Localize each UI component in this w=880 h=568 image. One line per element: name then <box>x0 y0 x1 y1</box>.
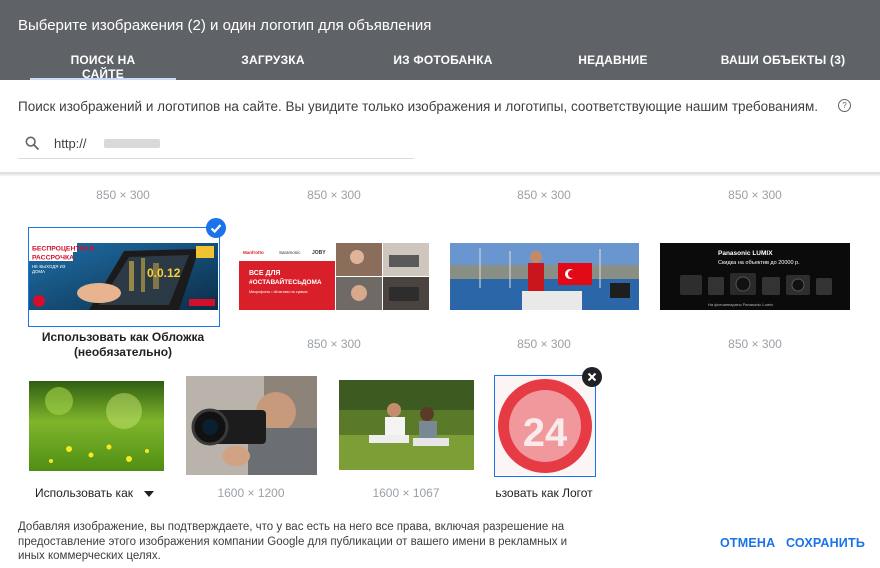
section-divider <box>0 172 880 174</box>
use-as-dropdown[interactable]: Использовать как <box>35 486 155 500</box>
dialog-title: Выберите изображения (2) и один логотип … <box>18 17 432 34</box>
search-description: Поиск изображений и логотипов на сайте. … <box>18 99 818 114</box>
image-dimensions: 1600 × 1067 <box>372 486 440 500</box>
image-dimensions: 850 × 300 <box>307 188 361 202</box>
cancel-button[interactable]: ОТМЕНА <box>720 536 775 550</box>
image-dimensions: 850 × 300 <box>96 188 150 202</box>
help-icon[interactable]: ? <box>838 99 851 112</box>
image-thumbnail-logo-24[interactable]: 24 <box>495 376 595 475</box>
banner-text: РАССРОЧКА <box>32 255 74 262</box>
image-thumbnail-stay-home-banner[interactable]: Manfrotto Saramonic JOBY ВСЕ ДЛЯ #ОСТАВА… <box>239 243 429 310</box>
image-dimensions: 850 × 300 <box>307 337 361 351</box>
image-thumbnail-sailor-photo[interactable] <box>450 243 639 310</box>
use-as-cover-caption: Использовать как Обложка (необязательно) <box>41 330 205 359</box>
tab-your-assets[interactable]: ВАШИ ОБЪЕКТЫ (3) <box>718 53 848 77</box>
image-thumbnail-panasonic-banner[interactable]: Panasonic LUMIX Скидка на объектив до 20… <box>660 243 850 310</box>
use-as-dropdown-label: Использовать как <box>35 486 133 500</box>
brand-logo-text: JOBY <box>312 250 326 256</box>
selected-check-icon[interactable] <box>206 218 226 238</box>
image-dimensions: 850 × 300 <box>517 188 571 202</box>
search-value: http:// <box>54 136 87 151</box>
search-input[interactable]: http:// <box>18 130 414 159</box>
image-dimensions: 850 × 300 <box>728 188 782 202</box>
tab-recent[interactable]: НЕДАВНИЕ <box>568 53 658 77</box>
banner-text: #ОСТАВАЙТЕСЬДОМА <box>249 277 322 286</box>
rights-notice: Добавляя изображение, вы подтверждаете, … <box>18 521 568 562</box>
image-thumbnail-couple-in-grass[interactable] <box>339 380 474 470</box>
tab-stock[interactable]: ИЗ ФОТОБАНКА <box>388 53 498 77</box>
banner-text: ДОМА <box>32 269 45 274</box>
image-thumbnail-installment-banner[interactable]: БЕСПРОЦЕНТНАЯ РАССРОЧКА НЕ ВЫХОДЯ ИЗ ДОМ… <box>29 243 218 310</box>
tab-site-search[interactable]: ПОИСК НА САЙТЕ <box>30 53 176 81</box>
banner-text: На фотоаппараты Panasonic Lumix <box>708 302 773 307</box>
image-dimensions: 850 × 300 <box>517 337 571 351</box>
banner-text: БЕСПРОЦЕНТНАЯ <box>32 246 94 253</box>
dialog-header: Выберите изображения (2) и один логотип … <box>0 0 880 81</box>
use-as-logo-caption: ьзовать как Логот <box>495 486 593 500</box>
brand-logo-text: Saramonic <box>279 250 301 255</box>
remove-logo-close-icon[interactable] <box>582 367 602 387</box>
banner-text: ВСЕ ДЛЯ <box>249 270 280 277</box>
search-icon <box>25 136 39 150</box>
banner-text: Микрофоны • Штативы на суммы <box>249 290 308 294</box>
save-button[interactable]: СОХРАНИТЬ <box>786 536 865 550</box>
banner-text: Panasonic LUMIX <box>718 250 773 257</box>
redacted-url <box>104 139 160 148</box>
image-thumbnail-meadow[interactable] <box>29 381 164 471</box>
banner-text: 0.0.12 <box>147 266 181 280</box>
image-thumbnail-camera-operator[interactable] <box>186 376 317 475</box>
brand-logo-text: Manfrotto <box>243 250 264 255</box>
banner-text: Скидка на объектив до 20000 р. <box>718 260 800 266</box>
image-dimensions: 850 × 300 <box>728 337 782 351</box>
tab-upload[interactable]: ЗАГРУЗКА <box>228 53 318 77</box>
caret-down-icon <box>144 490 155 497</box>
